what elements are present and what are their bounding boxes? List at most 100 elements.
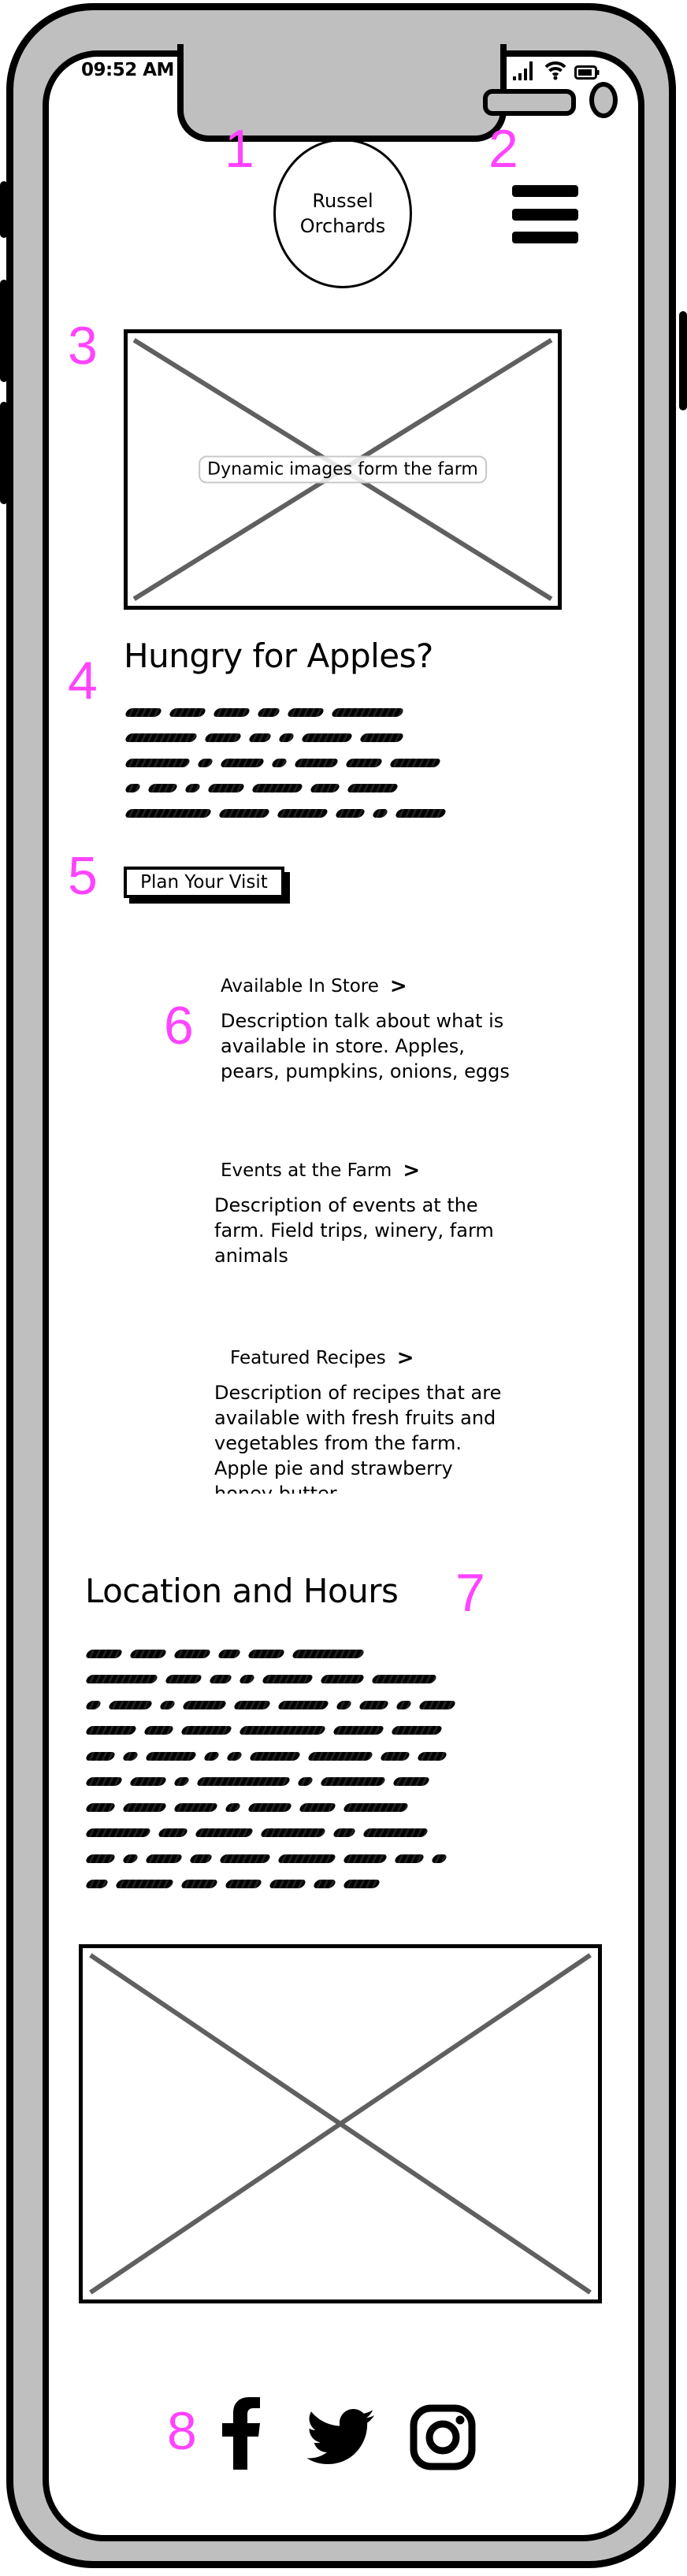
placeholder-word [334, 808, 366, 818]
placeholder-text-line [124, 707, 445, 718]
volume-down-button [0, 402, 8, 504]
placeholder-word [332, 1828, 357, 1837]
placeholder-word [194, 1828, 254, 1837]
placeholder-word [206, 783, 246, 792]
status-time: 09:52 AM [81, 60, 174, 80]
placeholder-word [168, 707, 207, 717]
placeholder-word [224, 1880, 263, 1888]
placeholder-word [332, 1726, 385, 1735]
annotation-1: 1 [225, 119, 254, 179]
social-instagram-link[interactable] [410, 2404, 476, 2470]
placeholder-word [268, 1880, 307, 1888]
placeholder-word [158, 1700, 176, 1709]
battery-icon [574, 65, 600, 80]
placeholder-word [84, 1828, 152, 1837]
placeholder-word [362, 1828, 429, 1837]
placeholder-word [312, 1880, 337, 1888]
chevron-right-icon: > [389, 974, 407, 998]
placeholder-text-line [84, 1699, 457, 1710]
placeholder-word [84, 1777, 124, 1786]
placeholder-word [395, 1700, 413, 1709]
placeholder-word [128, 1777, 168, 1786]
placeholder-word [309, 783, 341, 792]
social-facebook-link[interactable] [222, 2397, 262, 2470]
placeholder-text-line [84, 1648, 455, 1659]
placeholder-word [416, 1751, 448, 1761]
status-icons [513, 60, 600, 80]
placeholder-word [181, 1700, 228, 1709]
placeholder-word [84, 1854, 117, 1863]
placeholder-word [84, 1802, 117, 1812]
placeholder-word [143, 1726, 175, 1735]
placeholder-word [232, 1700, 272, 1709]
placeholder-word [259, 1828, 327, 1837]
map-image-placeholder [79, 1944, 602, 2303]
hamburger-menu-icon[interactable] [512, 185, 578, 243]
placeholder-word [195, 1777, 292, 1786]
placeholder-text-line [124, 757, 445, 768]
placeholder-text-line [84, 1879, 455, 1890]
facebook-icon [222, 2397, 260, 2470]
placeholder-word [84, 1700, 102, 1709]
placeholder-text-line [84, 1725, 455, 1736]
placeholder-word [430, 1854, 448, 1863]
card-recipes-link[interactable]: Featured Recipes > [230, 1346, 414, 1370]
placeholder-word [319, 1777, 387, 1786]
placeholder-word [124, 783, 142, 792]
twitter-icon [306, 2409, 375, 2464]
logo-line-2: Orchards [299, 215, 386, 237]
placeholder-word [298, 1802, 337, 1812]
placeholder-word [358, 1700, 390, 1709]
placeholder-word [247, 1649, 286, 1658]
placeholder-text-line [124, 782, 445, 793]
placeholder-word [270, 758, 288, 767]
placeholder-word [144, 1751, 198, 1761]
card-title: Featured Recipes [230, 1348, 386, 1368]
intro-heading: Hungry for Apples? [124, 637, 433, 675]
placeholder-word [180, 1726, 233, 1735]
placeholder-word [144, 1854, 184, 1863]
chevron-right-icon: > [403, 1159, 421, 1182]
placeholder-word [277, 1854, 337, 1863]
placeholder-word [392, 1777, 431, 1786]
placeholder-word [296, 1777, 314, 1786]
placeholder-word [218, 1854, 272, 1863]
placeholder-word [84, 1880, 110, 1888]
social-twitter-link[interactable] [306, 2409, 375, 2464]
placeholder-word [217, 808, 271, 818]
placeholder-word [114, 1880, 175, 1888]
logo[interactable]: Russel Orchards [273, 139, 412, 288]
card-events-link[interactable]: Events at the Farm > [221, 1159, 420, 1182]
placeholder-word [84, 1751, 117, 1761]
signal-icon [513, 61, 533, 80]
placeholder-word [212, 707, 251, 717]
placeholder-word [342, 1854, 388, 1863]
placeholder-word [306, 1751, 374, 1761]
placeholder-word [124, 707, 163, 717]
placeholder-word [84, 1649, 124, 1658]
placeholder-word [248, 1751, 302, 1761]
placeholder-text-line [124, 807, 447, 818]
image-placeholder-cross-icon [83, 1948, 598, 2299]
placeholder-word [188, 1854, 214, 1863]
placeholder-word [224, 1802, 242, 1812]
annotation-6: 6 [164, 996, 194, 1056]
placeholder-word [202, 1751, 221, 1761]
placeholder-word [180, 1880, 219, 1888]
placeholder-word [184, 783, 202, 792]
location-body-placeholder [84, 1648, 457, 1890]
placeholder-word [173, 1649, 212, 1658]
card-description: Description of events at the farm. Field… [214, 1194, 494, 1267]
placeholder-word [390, 1726, 444, 1735]
placeholder-word [196, 758, 214, 767]
placeholder-word [164, 1675, 203, 1683]
menu-bar [512, 185, 578, 197]
placeholder-word [256, 707, 281, 717]
plan-visit-button[interactable]: Plan Your Visit [124, 867, 284, 898]
card-available-in-store-link[interactable]: Available In Store > [221, 974, 407, 998]
placeholder-word [394, 808, 447, 818]
placeholder-word [128, 1649, 168, 1658]
placeholder-word [247, 1802, 293, 1812]
menu-bar [512, 232, 578, 243]
placeholder-word [344, 758, 384, 767]
